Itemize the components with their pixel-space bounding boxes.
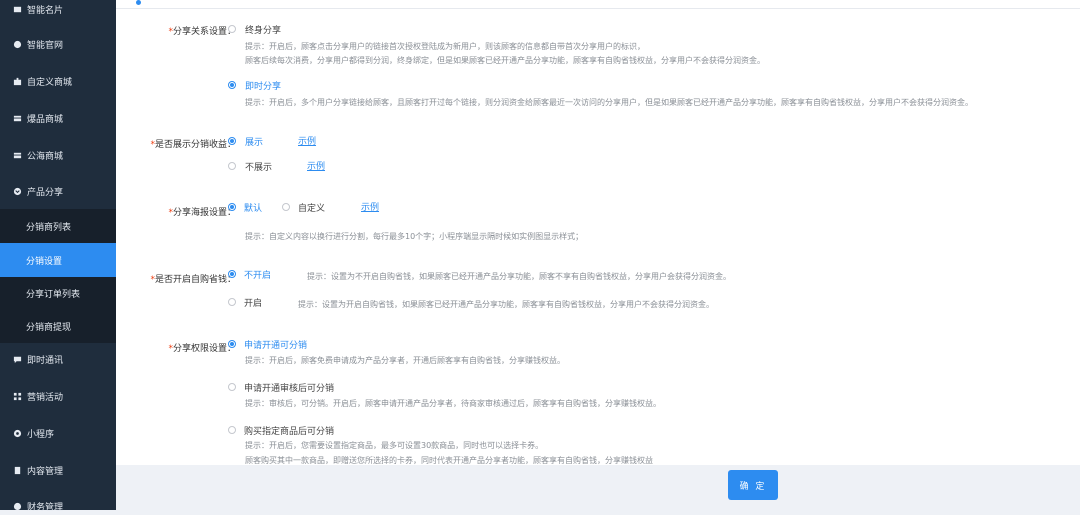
permission-review-tip: 提示：审核后，可分销。开启后，顾客申请开通产品分享者，待商家审核通过后，顾客享有… (245, 399, 661, 408)
poster-label: *分享海报设置： (168, 208, 236, 218)
poster-custom-radio[interactable] (282, 203, 290, 211)
sidebar-item-label: 营销活动 (27, 392, 64, 403)
sidebar-item-label: 智能官网 (27, 40, 64, 51)
sidebar-item-label: 内容管理 (27, 466, 64, 477)
sidebar: 智能名片 智能官网 自定义商城 爆品商城 公海商城 产品分享 分销商列表 分销设… (0, 0, 116, 513)
globe-icon (12, 39, 22, 49)
poster-default-radio[interactable] (228, 203, 236, 211)
poster-example-link[interactable]: 示例 (361, 200, 379, 213)
permission-label: *分享权限设置： (168, 344, 236, 354)
sidebar-item-label: 爆品商城 (27, 114, 64, 125)
share-icon (12, 186, 22, 196)
permission-purchase-radio[interactable] (228, 426, 236, 434)
self-buy-off-label: 不开启 (244, 271, 272, 281)
chat-icon (12, 354, 22, 364)
sidebar-item-public-mall[interactable]: 公海商城 (0, 146, 116, 164)
relation-label: *分享关系设置： (168, 27, 236, 37)
sidebar-item-smart-card[interactable]: 智能名片 (0, 0, 116, 18)
settings-panel: *分享关系设置： 终身分享 提示：开启后，顾客点击分享用户的链接首次授权登陆成为… (116, 0, 1080, 465)
card-icon (12, 4, 22, 14)
permission-review-label: 申请开通审核后可分销 (244, 384, 335, 394)
self-buy-off-radio[interactable] (228, 270, 236, 278)
sidebar-sub-distributor-list[interactable]: 分销商列表 (0, 209, 116, 243)
sidebar-item-im[interactable]: 即时通讯 (0, 350, 116, 368)
sidebar-item-content[interactable]: 内容管理 (0, 461, 116, 479)
permission-apply-tip: 提示：开启后，顾客免费申请成为产品分享者，开通后顾客享有自购省钱，分享赚钱权益。 (245, 356, 565, 365)
show-income-yes-label: 展示 (245, 138, 264, 148)
sidebar-item-label: 即时通讯 (27, 355, 64, 366)
main-content: *分享关系设置： 终身分享 提示：开启后，顾客点击分享用户的链接首次授权登陆成为… (116, 0, 1080, 510)
sidebar-sub-distribution-settings[interactable]: 分销设置 (0, 243, 116, 277)
relation-lifetime-label: 终身分享 (245, 26, 282, 36)
permission-apply-label: 申请开通可分销 (244, 341, 308, 351)
confirm-button[interactable]: 确 定 (728, 470, 778, 500)
miniapp-icon (12, 428, 22, 438)
relation-instant-tip: 提示：开启后，多个用户分享链接给顾客，且顾客打开过每个链接，则分润资金给顾客最近… (245, 98, 973, 107)
sidebar-sub-label: 分享订单列表 (26, 289, 81, 300)
sidebar-item-marketing[interactable]: 营销活动 (0, 387, 116, 405)
show-income-example-link[interactable]: 示例 (298, 134, 316, 147)
self-buy-on-radio[interactable] (228, 298, 236, 306)
sidebar-sub-label: 分销商提现 (26, 322, 72, 333)
shop-icon (12, 150, 22, 160)
sidebar-item-label: 智能名片 (27, 5, 64, 16)
relation-lifetime-tip-2: 顾客后续每次消费，分享用户都得到分润，终身绑定，但是如果顾客已经开通产品分享功能… (245, 56, 765, 65)
permission-purchase-label: 购买指定商品后可分销 (244, 427, 335, 437)
self-buy-label: *是否开启自购省钱： (150, 275, 236, 285)
self-buy-on-label: 开启 (244, 299, 263, 309)
sidebar-sub-share-orders[interactable]: 分享订单列表 (0, 277, 116, 309)
document-icon (12, 465, 22, 475)
self-buy-on-tip: 提示：设置为开启自购省钱，如果顾客已经开通产品分享功能，顾客享有自购省钱权益，分… (298, 300, 714, 309)
permission-review-radio[interactable] (228, 383, 236, 391)
show-income-no-example-link[interactable]: 示例 (307, 159, 325, 172)
sidebar-item-miniapp[interactable]: 小程序 (0, 424, 116, 442)
show-income-no-label: 不展示 (245, 163, 273, 173)
sidebar-item-smart-website[interactable]: 智能官网 (0, 35, 116, 53)
relation-lifetime-radio[interactable] (228, 25, 236, 33)
poster-tip: 提示：自定义内容以换行进行分割，每行最多10个字；小程序端显示隔时候如实例图显示… (245, 232, 584, 241)
grid-icon (12, 391, 22, 401)
relation-lifetime-tip: 提示：开启后，顾客点击分享用户的链接首次授权登陆成为新用户，则该顾客的信息都自带… (245, 42, 645, 51)
sidebar-sub-withdrawal[interactable]: 分销商提现 (0, 309, 116, 343)
sidebar-item-label: 小程序 (27, 429, 55, 440)
poster-default-label: 默认 (244, 204, 263, 214)
sidebar-item-label: 自定义商城 (27, 77, 73, 88)
sidebar-item-custom-mall[interactable]: 自定义商城 (0, 72, 116, 90)
sidebar-item-product-share[interactable]: 产品分享 (0, 182, 116, 200)
show-income-no-radio[interactable] (228, 162, 236, 170)
step-dot (136, 0, 141, 5)
permission-purchase-tip: 提示：开启后，您需要设置指定商品，最多可设置30款商品，同时也可以选择卡券。 (245, 441, 544, 450)
relation-instant-radio[interactable] (228, 81, 236, 89)
poster-custom-label: 自定义 (298, 204, 326, 214)
divider (116, 8, 1080, 9)
footer-bar (116, 465, 1080, 510)
shop-icon (12, 113, 22, 123)
sidebar-item-finance[interactable]: 财务管理 (0, 497, 116, 515)
sidebar-item-label: 财务管理 (27, 502, 64, 513)
show-income-yes-radio[interactable] (228, 137, 236, 145)
sidebar-item-label: 产品分享 (27, 187, 64, 198)
show-income-label: *是否展示分销收益： (150, 140, 236, 150)
sidebar-item-label: 公海商城 (27, 151, 64, 162)
puzzle-icon (12, 76, 22, 86)
self-buy-off-tip: 提示：设置为不开启自购省钱，如果顾客已经开通产品分享功能，顾客不享有自购省钱权益… (307, 272, 731, 281)
sidebar-sub-label: 分销商列表 (26, 222, 72, 233)
sidebar-item-hot-mall[interactable]: 爆品商城 (0, 109, 116, 127)
relation-instant-label: 即时分享 (245, 82, 282, 92)
sidebar-sub-label: 分销设置 (26, 256, 63, 267)
permission-apply-radio[interactable] (228, 340, 236, 348)
